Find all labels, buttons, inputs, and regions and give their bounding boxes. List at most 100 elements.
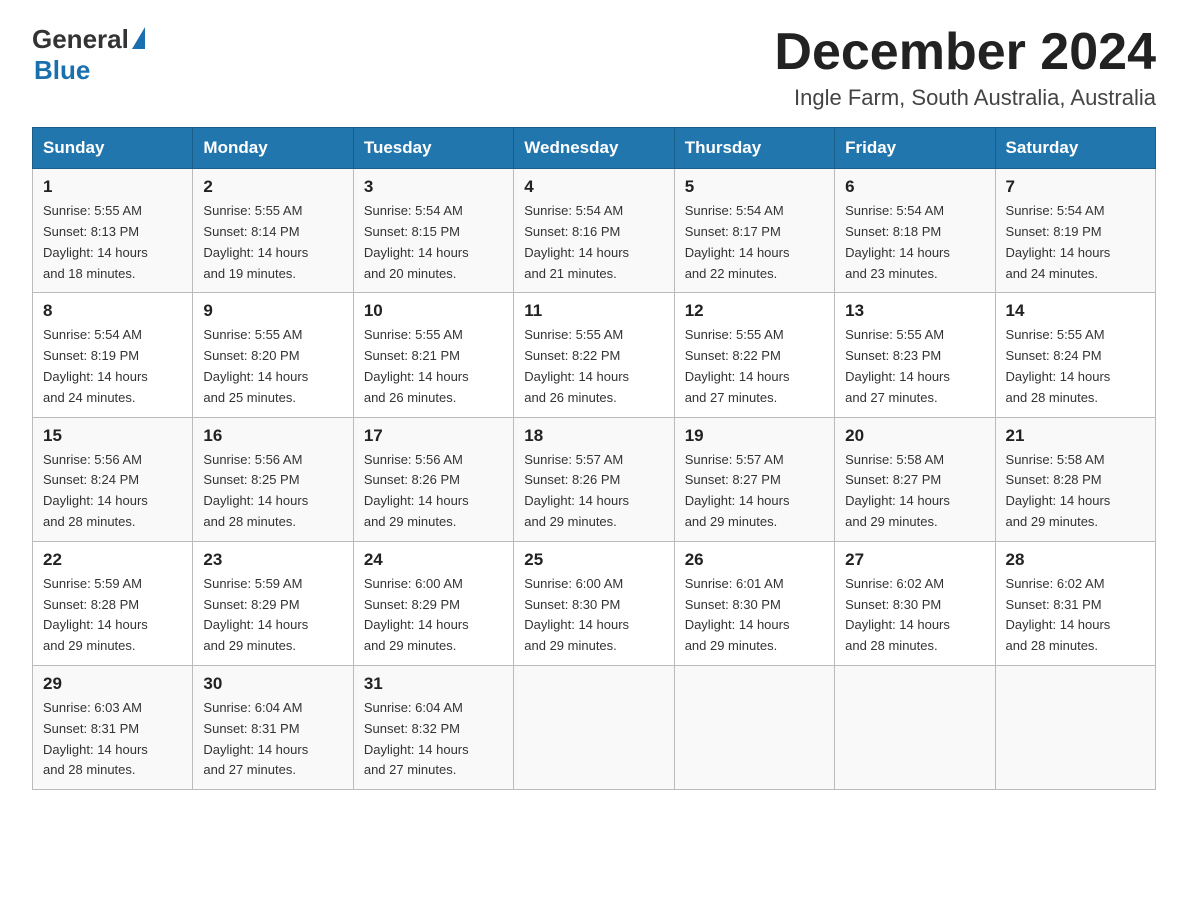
calendar-week-row: 22 Sunrise: 5:59 AMSunset: 8:28 PMDayligh…	[33, 541, 1156, 665]
day-number: 18	[524, 426, 663, 446]
day-number: 21	[1006, 426, 1145, 446]
day-info: Sunrise: 5:54 AMSunset: 8:15 PMDaylight:…	[364, 201, 503, 284]
day-number: 20	[845, 426, 984, 446]
day-number: 3	[364, 177, 503, 197]
calendar-day-cell: 5 Sunrise: 5:54 AMSunset: 8:17 PMDaylight…	[674, 169, 834, 293]
day-info: Sunrise: 5:54 AMSunset: 8:16 PMDaylight:…	[524, 201, 663, 284]
day-info: Sunrise: 6:02 AMSunset: 8:30 PMDaylight:…	[845, 574, 984, 657]
day-number: 16	[203, 426, 342, 446]
calendar-day-cell: 19 Sunrise: 5:57 AMSunset: 8:27 PMDayligh…	[674, 417, 834, 541]
calendar-day-cell: 2 Sunrise: 5:55 AMSunset: 8:14 PMDaylight…	[193, 169, 353, 293]
day-number: 13	[845, 301, 984, 321]
logo: General Blue	[32, 24, 145, 86]
title-block: December 2024 Ingle Farm, South Australi…	[774, 24, 1156, 111]
page-header: General Blue December 2024 Ingle Farm, S…	[32, 24, 1156, 111]
day-number: 24	[364, 550, 503, 570]
weekday-header-row: SundayMondayTuesdayWednesdayThursdayFrid…	[33, 128, 1156, 169]
calendar-day-cell: 3 Sunrise: 5:54 AMSunset: 8:15 PMDaylight…	[353, 169, 513, 293]
day-info: Sunrise: 5:59 AMSunset: 8:28 PMDaylight:…	[43, 574, 182, 657]
calendar-day-cell: 16 Sunrise: 5:56 AMSunset: 8:25 PMDayligh…	[193, 417, 353, 541]
day-number: 25	[524, 550, 663, 570]
day-info: Sunrise: 5:57 AMSunset: 8:26 PMDaylight:…	[524, 450, 663, 533]
calendar-day-cell: 25 Sunrise: 6:00 AMSunset: 8:30 PMDayligh…	[514, 541, 674, 665]
day-number: 2	[203, 177, 342, 197]
day-info: Sunrise: 5:55 AMSunset: 8:20 PMDaylight:…	[203, 325, 342, 408]
calendar-day-cell: 17 Sunrise: 5:56 AMSunset: 8:26 PMDayligh…	[353, 417, 513, 541]
day-info: Sunrise: 6:00 AMSunset: 8:30 PMDaylight:…	[524, 574, 663, 657]
day-info: Sunrise: 5:57 AMSunset: 8:27 PMDaylight:…	[685, 450, 824, 533]
calendar-day-cell: 31Sunrise: 6:04 AMSunset: 8:32 PMDayligh…	[353, 665, 513, 789]
day-info: Sunrise: 6:04 AMSunset: 8:32 PMDaylight:…	[364, 698, 503, 781]
calendar-day-cell: 4 Sunrise: 5:54 AMSunset: 8:16 PMDaylight…	[514, 169, 674, 293]
calendar-day-cell	[835, 665, 995, 789]
day-number: 17	[364, 426, 503, 446]
day-number: 11	[524, 301, 663, 321]
day-info: Sunrise: 5:55 AMSunset: 8:23 PMDaylight:…	[845, 325, 984, 408]
calendar-day-cell: 22 Sunrise: 5:59 AMSunset: 8:28 PMDayligh…	[33, 541, 193, 665]
day-number: 4	[524, 177, 663, 197]
calendar-day-cell: 13 Sunrise: 5:55 AMSunset: 8:23 PMDayligh…	[835, 293, 995, 417]
day-number: 29	[43, 674, 182, 694]
day-number: 22	[43, 550, 182, 570]
calendar-week-row: 15Sunrise: 5:56 AMSunset: 8:24 PMDayligh…	[33, 417, 1156, 541]
day-info: Sunrise: 5:56 AMSunset: 8:26 PMDaylight:…	[364, 450, 503, 533]
calendar-day-cell: 11 Sunrise: 5:55 AMSunset: 8:22 PMDayligh…	[514, 293, 674, 417]
day-info: Sunrise: 5:54 AMSunset: 8:19 PMDaylight:…	[1006, 201, 1145, 284]
logo-general-text: General	[32, 24, 129, 55]
calendar-day-cell: 24 Sunrise: 6:00 AMSunset: 8:29 PMDayligh…	[353, 541, 513, 665]
day-info: Sunrise: 5:55 AMSunset: 8:14 PMDaylight:…	[203, 201, 342, 284]
day-info: Sunrise: 5:58 AMSunset: 8:28 PMDaylight:…	[1006, 450, 1145, 533]
day-number: 12	[685, 301, 824, 321]
calendar-day-cell: 27 Sunrise: 6:02 AMSunset: 8:30 PMDayligh…	[835, 541, 995, 665]
day-number: 27	[845, 550, 984, 570]
day-info: Sunrise: 6:03 AMSunset: 8:31 PMDaylight:…	[43, 698, 182, 781]
day-info: Sunrise: 5:55 AMSunset: 8:22 PMDaylight:…	[685, 325, 824, 408]
day-info: Sunrise: 5:56 AMSunset: 8:25 PMDaylight:…	[203, 450, 342, 533]
day-number: 30	[203, 674, 342, 694]
day-info: Sunrise: 5:55 AMSunset: 8:22 PMDaylight:…	[524, 325, 663, 408]
day-number: 28	[1006, 550, 1145, 570]
day-info: Sunrise: 5:56 AMSunset: 8:24 PMDaylight:…	[43, 450, 182, 533]
calendar-day-cell: 23Sunrise: 5:59 AMSunset: 8:29 PMDayligh…	[193, 541, 353, 665]
calendar-week-row: 1Sunrise: 5:55 AMSunset: 8:13 PMDaylight…	[33, 169, 1156, 293]
weekday-header-saturday: Saturday	[995, 128, 1155, 169]
day-info: Sunrise: 6:04 AMSunset: 8:31 PMDaylight:…	[203, 698, 342, 781]
day-number: 6	[845, 177, 984, 197]
day-info: Sunrise: 5:58 AMSunset: 8:27 PMDaylight:…	[845, 450, 984, 533]
calendar-day-cell: 7 Sunrise: 5:54 AMSunset: 8:19 PMDaylight…	[995, 169, 1155, 293]
calendar-table: SundayMondayTuesdayWednesdayThursdayFrid…	[32, 127, 1156, 790]
day-number: 23	[203, 550, 342, 570]
location-title: Ingle Farm, South Australia, Australia	[774, 85, 1156, 111]
calendar-day-cell: 12 Sunrise: 5:55 AMSunset: 8:22 PMDayligh…	[674, 293, 834, 417]
calendar-day-cell: 8 Sunrise: 5:54 AMSunset: 8:19 PMDaylight…	[33, 293, 193, 417]
weekday-header-sunday: Sunday	[33, 128, 193, 169]
weekday-header-friday: Friday	[835, 128, 995, 169]
calendar-day-cell	[995, 665, 1155, 789]
day-info: Sunrise: 5:54 AMSunset: 8:19 PMDaylight:…	[43, 325, 182, 408]
day-info: Sunrise: 5:54 AMSunset: 8:17 PMDaylight:…	[685, 201, 824, 284]
day-number: 5	[685, 177, 824, 197]
day-info: Sunrise: 6:00 AMSunset: 8:29 PMDaylight:…	[364, 574, 503, 657]
day-info: Sunrise: 5:55 AMSunset: 8:21 PMDaylight:…	[364, 325, 503, 408]
calendar-day-cell: 10 Sunrise: 5:55 AMSunset: 8:21 PMDayligh…	[353, 293, 513, 417]
calendar-day-cell	[514, 665, 674, 789]
day-number: 1	[43, 177, 182, 197]
calendar-day-cell: 18 Sunrise: 5:57 AMSunset: 8:26 PMDayligh…	[514, 417, 674, 541]
weekday-header-wednesday: Wednesday	[514, 128, 674, 169]
calendar-day-cell: 30 Sunrise: 6:04 AMSunset: 8:31 PMDayligh…	[193, 665, 353, 789]
day-number: 8	[43, 301, 182, 321]
calendar-day-cell: 6 Sunrise: 5:54 AMSunset: 8:18 PMDaylight…	[835, 169, 995, 293]
weekday-header-thursday: Thursday	[674, 128, 834, 169]
day-number: 19	[685, 426, 824, 446]
calendar-day-cell	[674, 665, 834, 789]
day-info: Sunrise: 6:02 AMSunset: 8:31 PMDaylight:…	[1006, 574, 1145, 657]
calendar-day-cell: 9Sunrise: 5:55 AMSunset: 8:20 PMDaylight…	[193, 293, 353, 417]
day-info: Sunrise: 5:55 AMSunset: 8:24 PMDaylight:…	[1006, 325, 1145, 408]
logo-triangle-icon	[132, 27, 145, 49]
day-number: 10	[364, 301, 503, 321]
day-info: Sunrise: 5:54 AMSunset: 8:18 PMDaylight:…	[845, 201, 984, 284]
calendar-week-row: 29 Sunrise: 6:03 AMSunset: 8:31 PMDayligh…	[33, 665, 1156, 789]
calendar-day-cell: 28 Sunrise: 6:02 AMSunset: 8:31 PMDayligh…	[995, 541, 1155, 665]
day-number: 7	[1006, 177, 1145, 197]
calendar-day-cell: 21 Sunrise: 5:58 AMSunset: 8:28 PMDayligh…	[995, 417, 1155, 541]
